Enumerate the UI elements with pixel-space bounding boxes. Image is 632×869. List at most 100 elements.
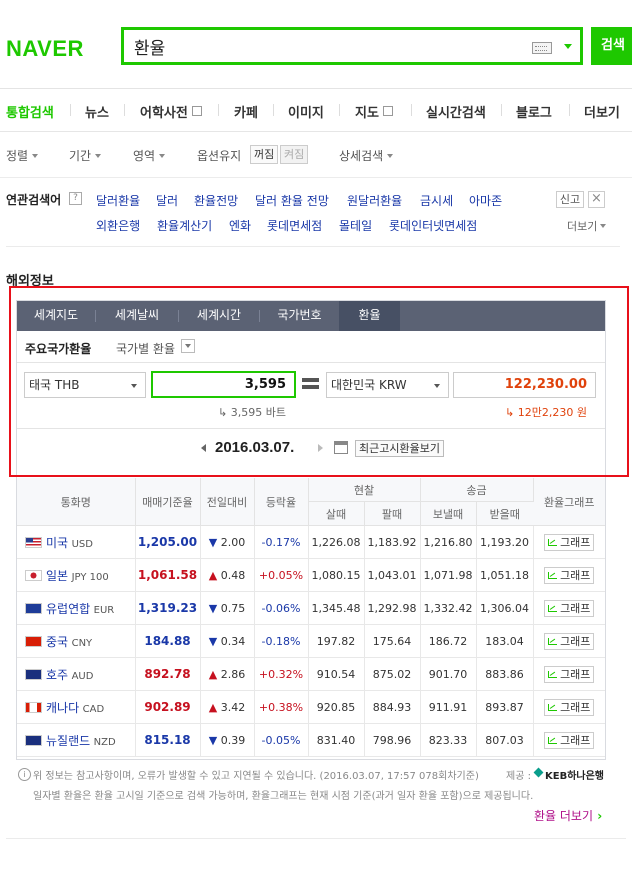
currency-name[interactable]: 일본 — [46, 569, 68, 583]
col-cash-buy: 살때 — [308, 501, 365, 526]
currency-name[interactable]: 미국 — [46, 536, 68, 550]
graph-label: 그래프 — [560, 601, 591, 615]
tab-divider — [70, 104, 71, 116]
keyboard-icon[interactable] — [532, 42, 552, 54]
related-link[interactable]: 금시세 — [420, 192, 453, 209]
graph-button[interactable]: 그래프 — [544, 566, 595, 584]
change-cell: ▼ 0.34 — [200, 624, 255, 658]
tab-cafe[interactable]: 카페 — [234, 102, 258, 121]
more-rates-link[interactable]: 환율 더보기 › — [534, 807, 602, 824]
related-link[interactable]: 롯데면세점 — [267, 217, 322, 234]
help-icon[interactable]: ? — [69, 192, 82, 205]
remit-send-cell: 901.70 — [420, 657, 477, 691]
naver-logo[interactable]: NAVER — [6, 36, 84, 62]
base-rate-cell: 184.88 — [135, 624, 201, 658]
period-option[interactable]: 기간 — [69, 147, 102, 164]
close-icon[interactable]: × — [588, 191, 605, 208]
tab-blog[interactable]: 블로그 — [516, 102, 552, 121]
related-link[interactable]: 아마존 — [469, 192, 502, 209]
graph-button[interactable]: 그래프 — [544, 731, 595, 749]
change-value: 2.86 — [220, 667, 246, 681]
base-rate-cell: 815.18 — [135, 723, 201, 757]
change-arrow-icon: ▼ — [208, 733, 218, 747]
currency-name[interactable]: 중국 — [46, 635, 68, 649]
table-row: 일본 JPY 100 1,061.58 ▲ 0.48 +0.05% 1,080.15 1,… — [17, 558, 605, 592]
currency-name[interactable]: 뉴질랜드 — [46, 734, 90, 748]
related-link[interactable]: 달러환율 — [96, 192, 140, 209]
cash-sell-cell: 875.02 — [364, 657, 421, 691]
related-link[interactable]: 엔화 — [229, 217, 251, 234]
report-button[interactable]: 신고 — [556, 191, 584, 208]
remit-receive-cell: 1,051.18 — [476, 558, 534, 592]
keep-option-off-toggle[interactable]: 꺼짐 — [250, 145, 279, 164]
currency-code: USD — [71, 538, 93, 550]
tab-dictionary[interactable]: 어학사전 — [140, 102, 202, 121]
currency-cell: 호주 AUD — [17, 657, 136, 691]
detail-search-label: 상세검색 — [339, 149, 384, 163]
change-cell: ▼ 2.00 — [200, 525, 255, 559]
base-rate-cell: 1,319.23 — [135, 591, 201, 625]
percent-value: -0.17% — [261, 535, 301, 549]
table-row: 중국 CNY 184.88 ▼ 0.34 -0.18% 197.82 175.64 186.… — [17, 624, 605, 658]
tab-more[interactable]: 더보기 — [584, 102, 620, 121]
keep-option-on-toggle[interactable]: 켜짐 — [280, 145, 309, 164]
info-icon: i — [18, 768, 31, 781]
graph-button[interactable]: 그래프 — [544, 698, 595, 716]
graph-button[interactable]: 그래프 — [544, 533, 595, 551]
tab-images[interactable]: 이미지 — [288, 102, 324, 121]
related-link[interactable]: 환율계산기 — [157, 217, 212, 234]
area-option[interactable]: 영역 — [133, 147, 166, 164]
related-link[interactable]: 몰테일 — [339, 217, 372, 234]
related-link[interactable]: 달러 환율 전망 — [255, 192, 329, 209]
search-box[interactable] — [121, 27, 583, 65]
keb-hana-logo-icon — [533, 767, 544, 778]
graph-label: 그래프 — [560, 535, 591, 549]
sort-option[interactable]: 정렬 — [6, 147, 39, 164]
tab-integrated[interactable]: 통합검색 — [6, 102, 54, 121]
currency-name[interactable]: 캐나다 — [46, 701, 79, 715]
col-graph: 환율그래프 — [533, 478, 605, 526]
search-button[interactable]: 검색 — [591, 27, 632, 65]
graph-button[interactable]: 그래프 — [544, 665, 595, 683]
header-divider — [0, 88, 632, 89]
related-link[interactable]: 환율전망 — [194, 192, 238, 209]
tab-news[interactable]: 뉴스 — [85, 102, 109, 121]
autocomplete-toggle-icon[interactable] — [564, 44, 572, 49]
remit-send-cell: 186.72 — [420, 624, 477, 658]
col-cash-sell: 팔때 — [364, 501, 421, 526]
graph-button[interactable]: 그래프 — [544, 632, 595, 650]
base-rate: 892.78 — [144, 667, 191, 681]
search-input[interactable] — [134, 34, 524, 58]
graph-button[interactable]: 그래프 — [544, 599, 595, 617]
period-label: 기간 — [69, 149, 92, 163]
base-rate: 1,205.00 — [137, 535, 198, 549]
related-more-label: 더보기 — [567, 220, 598, 233]
related-link[interactable]: 원달러환율 — [347, 192, 402, 209]
tab-map[interactable]: 지도 — [355, 102, 393, 121]
currency-name[interactable]: 호주 — [46, 668, 68, 682]
remit-receive-cell: 183.04 — [476, 624, 534, 658]
table-row: 미국 USD 1,205.00 ▼ 2.00 -0.17% 1,226.08 1,183.… — [17, 525, 605, 559]
change-value: 0.75 — [220, 601, 246, 615]
cash-sell-cell: 798.96 — [364, 723, 421, 757]
change-arrow-icon: ▼ — [208, 634, 218, 648]
table-row: 호주 AUD 892.78 ▲ 2.86 +0.32% 910.54 875.02 901.… — [17, 657, 605, 691]
chevron-down-icon — [159, 154, 166, 158]
currency-name[interactable]: 유럽연합 — [46, 602, 90, 616]
change-arrow-icon: ▲ — [208, 568, 218, 582]
chevron-down-icon — [387, 154, 394, 158]
related-more-button[interactable]: 더보기 — [567, 218, 607, 234]
related-link[interactable]: 외환은행 — [96, 217, 140, 234]
provider-name[interactable]: KEB하나은행 — [545, 767, 604, 782]
related-link[interactable]: 달러 — [156, 192, 178, 209]
change-value: 2.00 — [220, 535, 246, 549]
base-rate-cell: 1,061.58 — [135, 558, 201, 592]
options-divider — [0, 177, 632, 178]
cash-buy-cell: 1,345.48 — [308, 591, 365, 625]
graph-cell: 그래프 — [533, 624, 605, 658]
tab-realtime[interactable]: 실시간검색 — [426, 102, 486, 121]
chart-icon — [548, 670, 558, 678]
detail-search-option[interactable]: 상세검색 — [339, 147, 394, 164]
col-change: 전일대비 — [200, 478, 255, 526]
related-link[interactable]: 롯데인터넷면세점 — [389, 217, 477, 234]
